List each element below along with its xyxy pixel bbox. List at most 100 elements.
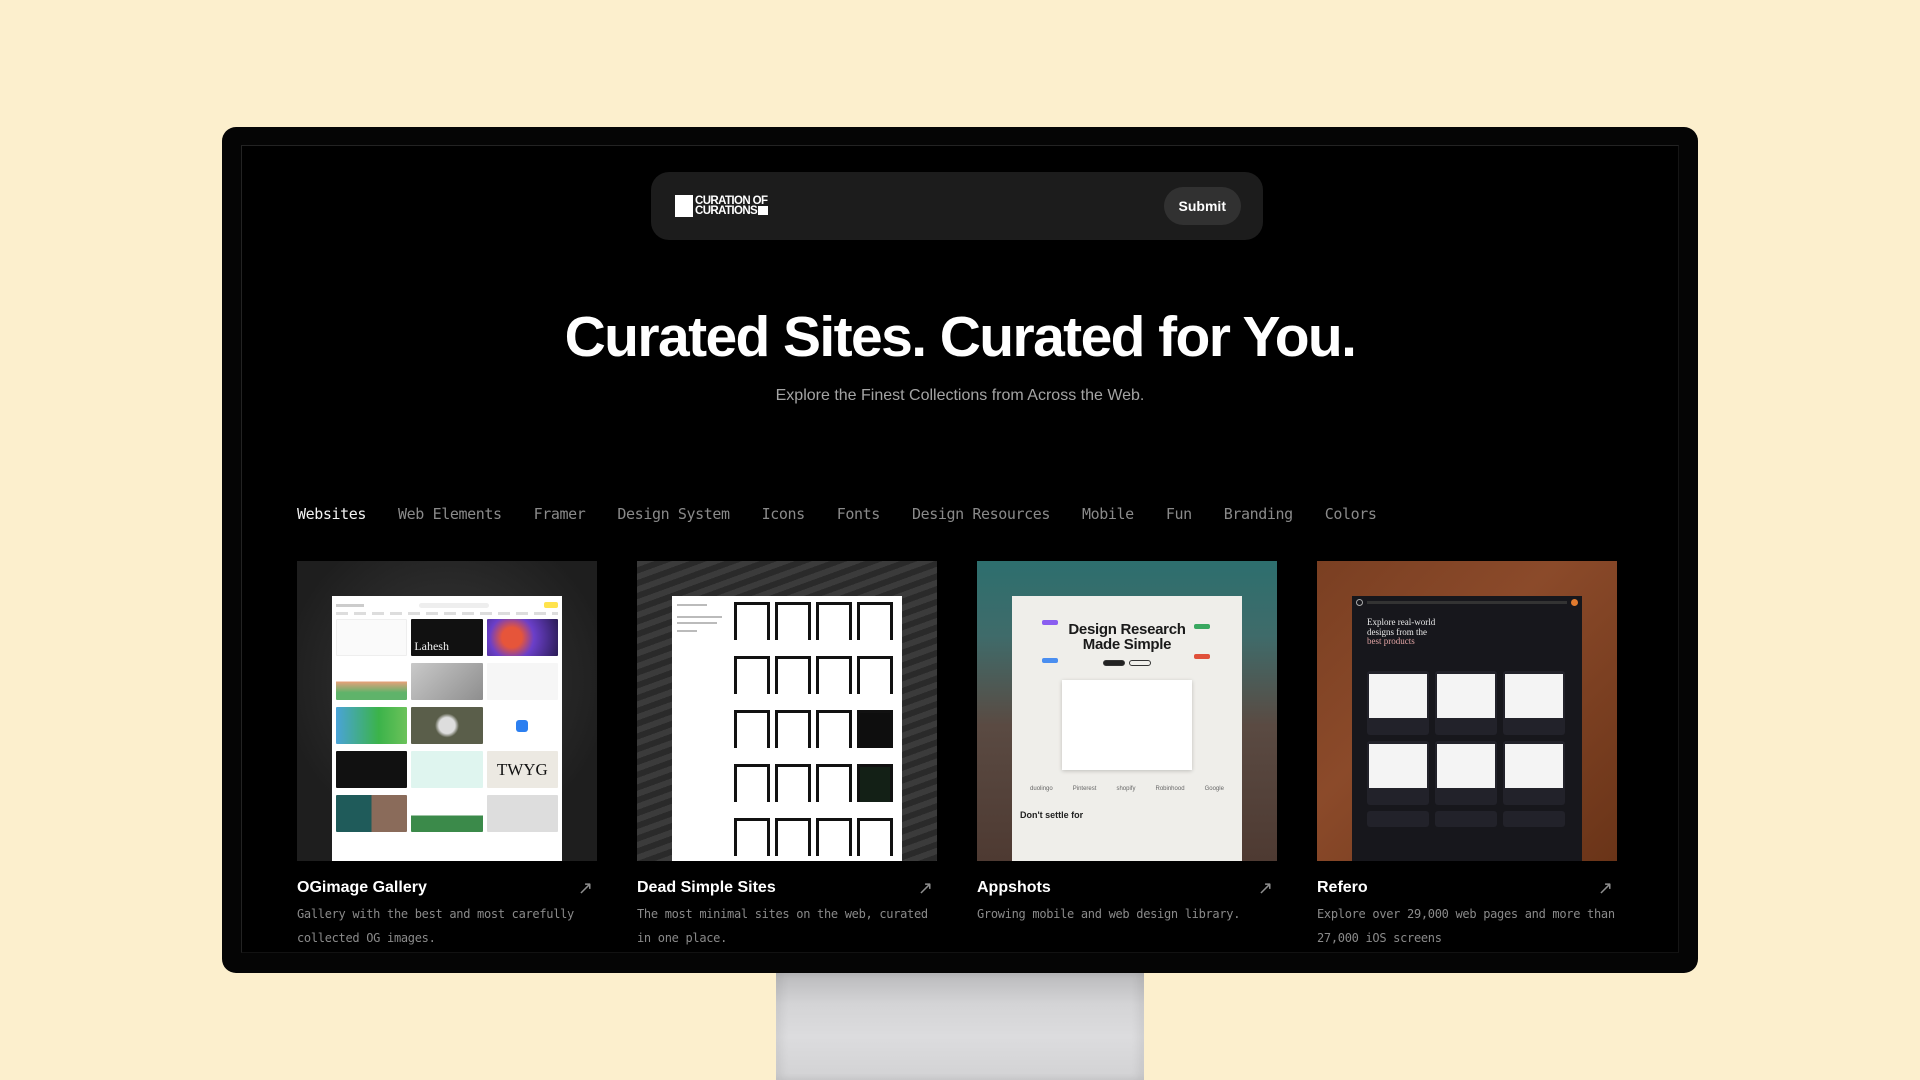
thumb-bottom-text: Don't settle for bbox=[1020, 810, 1084, 820]
tab-websites[interactable]: Websites bbox=[297, 505, 366, 523]
site-card-appshots[interactable]: Design Research Made Simple duolingo Pint… bbox=[977, 561, 1277, 950]
thumb-tile bbox=[411, 795, 483, 832]
thumb-logo bbox=[336, 603, 364, 607]
thumb-headline: Explore real-world designs from the best… bbox=[1367, 617, 1582, 647]
thumb-tile bbox=[816, 818, 852, 856]
tab-icons[interactable]: Icons bbox=[762, 505, 806, 523]
submit-button[interactable]: Submit bbox=[1163, 187, 1241, 225]
thumb-logo: Google bbox=[1204, 786, 1224, 792]
tab-design-resources[interactable]: Design Resources bbox=[912, 505, 1050, 523]
card-header: OGimage Gallery ↗ bbox=[297, 879, 597, 897]
thumb-tile bbox=[734, 656, 770, 694]
tab-mobile[interactable]: Mobile bbox=[1082, 505, 1134, 523]
thumb-headline-line: Made Simple bbox=[1082, 636, 1172, 653]
arrow-up-right-icon[interactable]: ↗ bbox=[1598, 879, 1613, 897]
screen: CURATION OF CURATIONS Submit Curated Sit… bbox=[241, 145, 1679, 953]
thumb-tile bbox=[734, 764, 770, 802]
arrow-up-right-icon[interactable]: ↗ bbox=[1258, 879, 1273, 897]
thumb-tile bbox=[1367, 670, 1429, 735]
thumb-headline-line: best products bbox=[1367, 636, 1415, 646]
thumbnail-screenshot bbox=[672, 596, 902, 861]
thumb-app-screenshot bbox=[1062, 680, 1192, 770]
card-title[interactable]: Appshots bbox=[977, 879, 1051, 897]
category-tabs: Websites Web Elements Framer Design Syst… bbox=[297, 505, 1409, 523]
thumb-tile bbox=[336, 707, 408, 744]
card-title[interactable]: Refero bbox=[1317, 879, 1368, 897]
card-description: Gallery with the best and most carefully… bbox=[297, 907, 574, 945]
tab-colors[interactable]: Colors bbox=[1325, 505, 1377, 523]
card-thumbnail[interactable]: Design Research Made Simple duolingo Pint… bbox=[977, 561, 1277, 861]
site-header: CURATION OF CURATIONS Submit bbox=[651, 172, 1263, 240]
thumb-tag bbox=[1042, 620, 1058, 625]
card-description: The most minimal sites on the web, curat… bbox=[637, 907, 928, 945]
arrow-up-right-icon[interactable]: ↗ bbox=[918, 879, 933, 897]
card-header: Refero ↗ bbox=[1317, 879, 1617, 897]
logo-square-icon bbox=[675, 195, 693, 217]
thumb-headline-line: designs from the bbox=[1367, 626, 1427, 637]
thumb-headline-line: Explore real-world bbox=[1367, 617, 1436, 627]
card-header: Dead Simple Sites ↗ bbox=[637, 879, 937, 897]
thumb-tile bbox=[775, 764, 811, 802]
thumb-tile bbox=[775, 602, 811, 640]
thumb-grid: Lahesh TWYG bbox=[332, 619, 562, 832]
thumb-logo: shopify bbox=[1116, 786, 1136, 792]
thumb-tile bbox=[1367, 740, 1429, 805]
thumb-tile bbox=[411, 751, 483, 788]
thumb-tile bbox=[857, 818, 893, 856]
thumb-line bbox=[677, 622, 717, 624]
card-thumbnail[interactable]: Lahesh TWYG bbox=[297, 561, 597, 861]
thumb-topbar bbox=[1352, 596, 1582, 608]
card-title[interactable]: OGimage Gallery bbox=[297, 879, 427, 897]
card-thumbnail[interactable] bbox=[637, 561, 937, 861]
thumb-logo: Robinhood bbox=[1155, 786, 1185, 792]
thumb-tile bbox=[1367, 810, 1429, 827]
tab-fun[interactable]: Fun bbox=[1166, 505, 1192, 523]
thumb-tile bbox=[336, 619, 408, 656]
site-card-dead-simple-sites[interactable]: Dead Simple Sites ↗ The most minimal sit… bbox=[637, 561, 937, 950]
card-title[interactable]: Dead Simple Sites bbox=[637, 879, 776, 897]
thumb-tile bbox=[336, 751, 408, 788]
thumb-tile bbox=[486, 663, 558, 700]
thumb-tile bbox=[734, 818, 770, 856]
monitor-bezel: CURATION OF CURATIONS Submit Curated Sit… bbox=[222, 127, 1698, 973]
thumb-logos: duolingo Pinterest shopify Robinhood Goo… bbox=[1012, 786, 1242, 792]
thumb-nav bbox=[336, 612, 558, 615]
tab-fonts[interactable]: Fonts bbox=[837, 505, 881, 523]
logo[interactable]: CURATION OF CURATIONS bbox=[675, 195, 769, 217]
tab-design-system[interactable]: Design System bbox=[617, 505, 730, 523]
thumb-tile bbox=[336, 795, 408, 832]
thumb-search bbox=[1367, 600, 1567, 604]
thumb-tag bbox=[1194, 624, 1210, 629]
thumb-tile bbox=[816, 710, 852, 748]
hero-subtitle: Explore the Finest Collections from Acro… bbox=[775, 387, 1145, 404]
thumb-tile bbox=[336, 663, 408, 700]
tab-web-elements[interactable]: Web Elements bbox=[398, 505, 502, 523]
site-cards: Lahesh TWYG OGimage Gallery ↗ Gallery wi… bbox=[297, 561, 1617, 950]
card-thumbnail[interactable]: Explore real-world designs from the best… bbox=[1317, 561, 1617, 861]
thumb-tile bbox=[1435, 670, 1497, 735]
thumb-tile bbox=[486, 795, 558, 832]
thumbnail-screenshot: Explore real-world designs from the best… bbox=[1352, 596, 1582, 861]
thumb-logo-icon bbox=[1356, 598, 1363, 606]
thumb-tile bbox=[857, 602, 893, 640]
arrow-up-right-icon[interactable]: ↗ bbox=[578, 879, 593, 897]
thumb-line bbox=[677, 630, 697, 632]
thumb-tile bbox=[411, 707, 483, 744]
thumb-button bbox=[544, 602, 558, 608]
site-card-refero[interactable]: Explore real-world designs from the best… bbox=[1317, 561, 1617, 950]
site-card-ogimage-gallery[interactable]: Lahesh TWYG OGimage Gallery ↗ Gallery wi… bbox=[297, 561, 597, 950]
thumb-topbar bbox=[336, 600, 558, 610]
thumb-tile: Lahesh bbox=[411, 619, 483, 656]
tab-framer[interactable]: Framer bbox=[534, 505, 586, 523]
thumbnail-screenshot: Lahesh TWYG bbox=[332, 596, 562, 861]
thumb-tile bbox=[734, 602, 770, 640]
thumb-app-icon bbox=[516, 719, 529, 732]
thumb-tile bbox=[1435, 740, 1497, 805]
thumbnail-screenshot: Design Research Made Simple duolingo Pint… bbox=[1012, 596, 1242, 861]
tab-branding[interactable]: Branding bbox=[1224, 505, 1293, 523]
thumb-search bbox=[419, 602, 489, 608]
thumb-tile bbox=[411, 663, 483, 700]
card-description: Explore over 29,000 web pages and more t… bbox=[1317, 907, 1615, 945]
thumb-tile bbox=[857, 710, 893, 748]
thumb-logo: duolingo bbox=[1030, 786, 1053, 792]
